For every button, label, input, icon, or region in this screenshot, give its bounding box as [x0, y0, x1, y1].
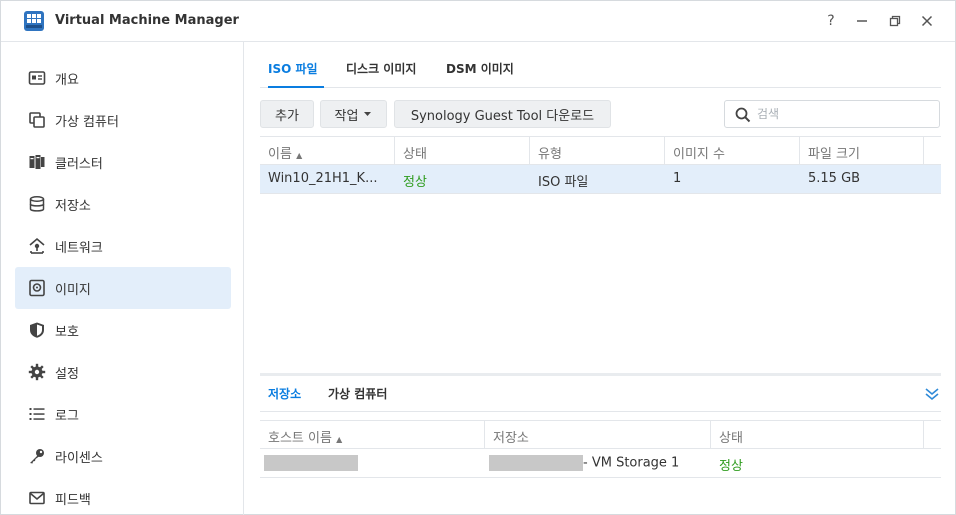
log-icon	[29, 408, 45, 420]
table-header: 호스트 이름 ▲ 저장소 상태	[260, 420, 941, 449]
sidebar-item-label: 저장소	[55, 199, 91, 214]
sidebar-item-label: 가상 컴퓨터	[55, 115, 119, 130]
redacted-storage-name	[489, 455, 583, 471]
sidebar-item-label: 클러스터	[55, 157, 103, 172]
add-button[interactable]: 추가	[260, 100, 314, 128]
virtual-machine-icon	[29, 112, 45, 128]
column-header-file-size[interactable]: 파일 크기	[800, 137, 924, 165]
storage-table: 호스트 이름 ▲ 저장소 상태 - VM Storage 1 정상	[260, 420, 941, 480]
cell-host-name	[260, 449, 480, 477]
sidebar-item-log[interactable]: 로그	[15, 393, 231, 435]
restore-button[interactable]	[885, 11, 905, 31]
sidebar-item-label: 라이센스	[55, 451, 103, 466]
sidebar: 개요 가상 컴퓨터 클러스터 저장소 네트워크 이미지 보호 설정 로그 라이센…	[1, 42, 244, 515]
cell-storage: - VM Storage 1	[485, 449, 707, 477]
column-header-type[interactable]: 유형	[530, 137, 665, 165]
redacted-host-name	[264, 455, 358, 471]
close-icon	[921, 15, 933, 27]
cell-type: ISO 파일	[538, 175, 589, 190]
cell-status: 정상	[719, 459, 743, 474]
column-label: 이름	[268, 147, 292, 162]
table-row[interactable]: - VM Storage 1 정상	[260, 449, 941, 478]
column-header-status[interactable]: 상태	[711, 421, 924, 449]
network-icon	[29, 237, 45, 254]
storage-icon	[29, 196, 45, 212]
window-title: Virtual Machine Manager	[55, 13, 239, 28]
tab-virtual-machine[interactable]: 가상 컴퓨터	[328, 385, 387, 402]
sidebar-item-label: 개요	[55, 73, 79, 88]
sort-asc-icon: ▲	[336, 435, 343, 444]
cell-status: 정상	[403, 175, 427, 190]
search-icon	[735, 107, 751, 123]
sidebar-item-overview[interactable]: 개요	[15, 57, 231, 99]
sidebar-item-image[interactable]: 이미지	[15, 267, 231, 309]
column-header-storage[interactable]: 저장소	[485, 421, 711, 449]
help-button[interactable]: ?	[821, 11, 841, 31]
cluster-icon	[29, 155, 45, 169]
title-bar: Virtual Machine Manager ?	[1, 1, 955, 42]
sidebar-item-protection[interactable]: 보호	[15, 309, 231, 351]
tab-storage[interactable]: 저장소	[268, 385, 301, 402]
sidebar-item-label: 로그	[55, 409, 79, 424]
tab-iso-file[interactable]: ISO 파일	[268, 60, 318, 77]
sidebar-item-storage[interactable]: 저장소	[15, 183, 231, 225]
cell-image-count: 1	[673, 171, 682, 186]
action-button[interactable]: 작업	[320, 100, 387, 128]
sidebar-item-network[interactable]: 네트워크	[15, 225, 231, 267]
storage-name-suffix: - VM Storage 1	[583, 455, 680, 471]
iso-file-table: 이름 ▲ 상태 유형 이미지 수 파일 크기 Win10_21H1_K... 정…	[260, 136, 941, 372]
close-button[interactable]	[917, 11, 937, 31]
column-header-image-count[interactable]: 이미지 수	[665, 137, 800, 165]
column-label: 호스트 이름	[268, 431, 332, 446]
image-tabs: ISO 파일 디스크 이미지 DSM 이미지	[260, 42, 941, 88]
vmm-window: Virtual Machine Manager ? 개요 가상 컴퓨터 클러스터…	[0, 0, 956, 515]
column-header-name[interactable]: 이름 ▲	[260, 137, 395, 165]
vmm-app-icon	[24, 11, 44, 31]
download-guest-tool-button[interactable]: Synology Guest Tool 다운로드	[394, 100, 611, 128]
sidebar-item-label: 피드백	[55, 493, 91, 508]
active-tab-underline	[268, 86, 324, 88]
sidebar-item-cluster[interactable]: 클러스터	[15, 141, 231, 183]
sidebar-item-license[interactable]: 라이센스	[15, 435, 231, 477]
search-input[interactable]	[757, 105, 927, 123]
sidebar-item-feedback[interactable]: 피드백	[15, 477, 231, 515]
cell-file-size: 5.15 GB	[808, 171, 861, 186]
tab-disk-image[interactable]: 디스크 이미지	[346, 60, 416, 77]
action-button-label: 작업	[334, 108, 359, 124]
table-row[interactable]: Win10_21H1_K... 정상 ISO 파일 1 5.15 GB	[260, 165, 941, 194]
caret-down-icon	[364, 112, 372, 116]
settings-icon	[28, 363, 46, 381]
tab-dsm-image[interactable]: DSM 이미지	[446, 60, 514, 77]
column-header-host-name[interactable]: 호스트 이름 ▲	[260, 421, 485, 449]
minimize-icon	[857, 20, 867, 22]
sidebar-item-label: 설정	[55, 367, 79, 382]
sidebar-item-label: 보호	[55, 325, 79, 340]
minimize-button[interactable]	[852, 11, 872, 31]
sidebar-item-virtual-machine[interactable]: 가상 컴퓨터	[15, 99, 231, 141]
search-box[interactable]	[724, 100, 940, 128]
sidebar-item-label: 이미지	[55, 283, 91, 298]
protection-icon	[30, 322, 44, 338]
restore-icon	[889, 15, 901, 27]
main-panel: ISO 파일 디스크 이미지 DSM 이미지 추가 작업 Synology Gu…	[245, 42, 956, 515]
sort-asc-icon: ▲	[296, 151, 303, 160]
license-icon	[30, 449, 44, 464]
cell-name: Win10_21H1_K...	[268, 171, 378, 186]
overview-icon	[28, 71, 46, 85]
feedback-icon	[29, 491, 45, 505]
column-header-status[interactable]: 상태	[395, 137, 530, 165]
collapse-icon[interactable]	[924, 386, 940, 402]
table-header: 이름 ▲ 상태 유형 이미지 수 파일 크기	[260, 136, 941, 165]
sidebar-item-settings[interactable]: 설정	[15, 351, 231, 393]
detail-tabs: 저장소 가상 컴퓨터	[260, 376, 941, 412]
image-icon	[29, 279, 45, 297]
sidebar-item-label: 네트워크	[55, 241, 103, 256]
